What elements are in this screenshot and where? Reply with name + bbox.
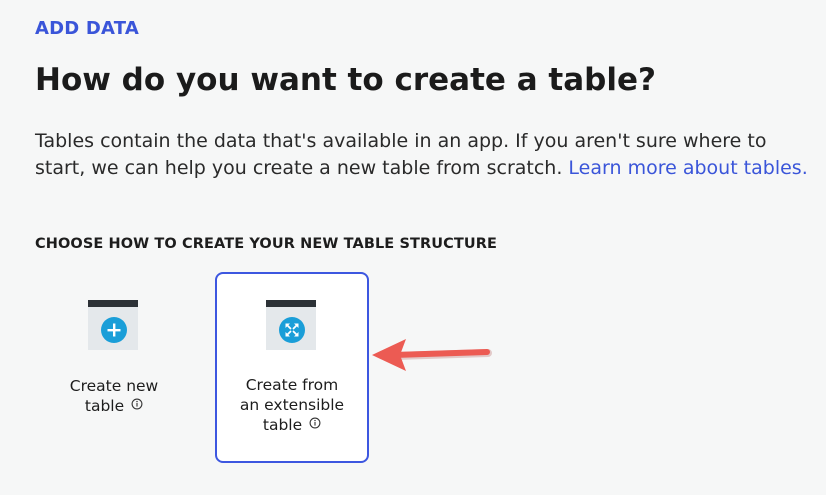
create-new-table-option[interactable]: Create new table [37,272,191,463]
info-icon[interactable] [131,395,143,415]
option-label-line: Create from [245,376,339,394]
option-label-line: an extensible [239,396,345,414]
table-tile-icon [266,300,316,350]
create-from-extensible-table-option[interactable]: Create from an extensible table [215,272,369,463]
eyebrow-label: ADD DATA [35,18,139,39]
page-description: Tables contain the data that's available… [35,128,815,182]
tile-header-bar [266,300,316,307]
option-label-line: table [262,416,303,434]
info-icon[interactable] [309,414,321,434]
expand-arrows-icon [279,317,305,343]
create-from-extensible-table-label: Create from an extensible table [217,375,367,435]
page-title: How do you want to create a table? [35,62,656,98]
create-new-table-label: Create new table [39,376,189,416]
plus-icon [101,317,127,343]
tile-header-bar [88,300,138,307]
option-label-line: table [84,397,125,415]
annotation-arrow-icon [372,339,492,371]
learn-more-link[interactable]: Learn more about tables. [568,157,807,179]
table-tile-icon [88,300,138,350]
option-label-line: Create new [69,377,159,395]
section-label: CHOOSE HOW TO CREATE YOUR NEW TABLE STRU… [35,236,498,252]
